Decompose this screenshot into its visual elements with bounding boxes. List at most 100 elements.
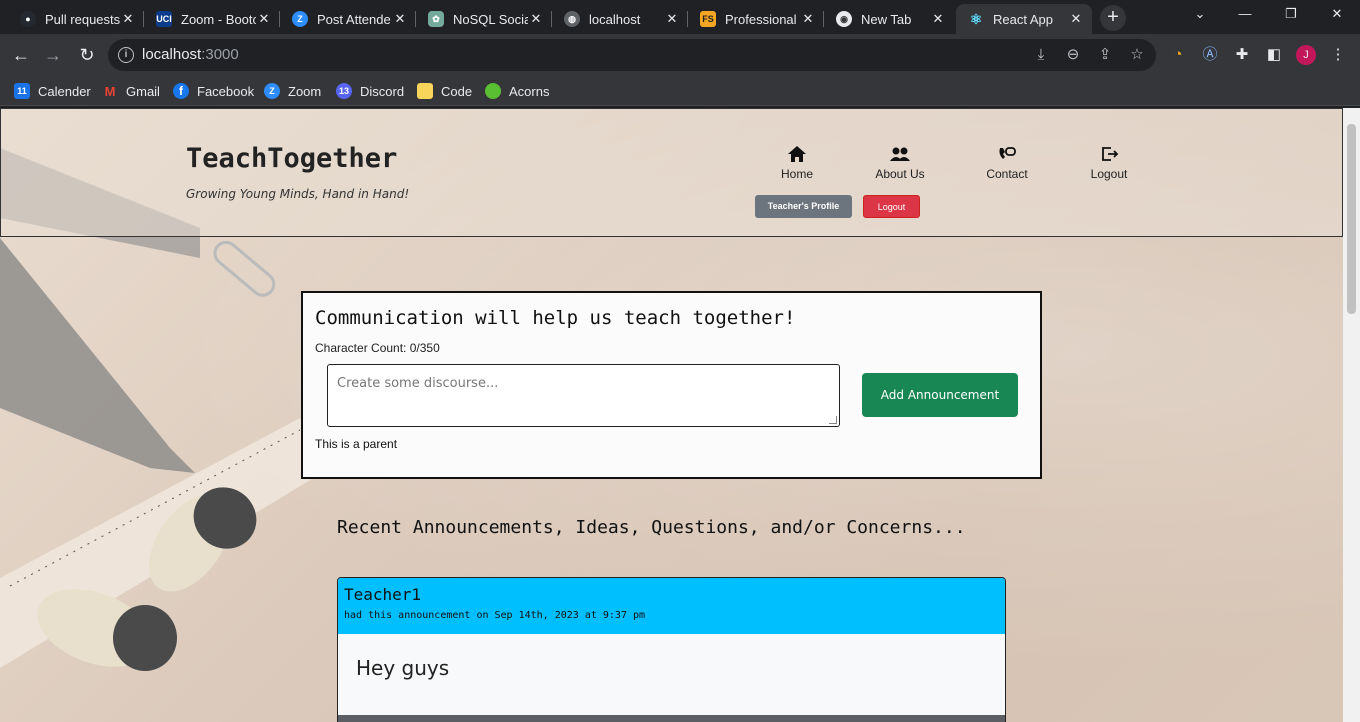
- menu-icon[interactable]: ⋮: [1328, 45, 1348, 65]
- install-icon[interactable]: ⤓: [1032, 46, 1050, 64]
- uci-icon: UCI: [156, 11, 172, 27]
- bookmark-code[interactable]: Code: [417, 82, 472, 100]
- close-icon[interactable]: ✕: [1068, 11, 1084, 27]
- fs-icon: FS: [700, 11, 716, 27]
- textarea-placeholder: Create some discourse...: [337, 376, 499, 391]
- tagline: Growing Young Minds, Hand in Hand!: [186, 187, 410, 201]
- back-button[interactable]: ←: [8, 42, 34, 68]
- share-icon[interactable]: ⇪: [1096, 46, 1114, 64]
- feed-title: Recent Announcements, Ideas, Questions, …: [337, 517, 966, 538]
- zoom-icon: Z: [264, 83, 280, 99]
- extensions-icon[interactable]: ✚: [1232, 45, 1252, 65]
- close-icon[interactable]: ✕: [120, 11, 136, 27]
- chrome-icon: ◉: [836, 11, 852, 27]
- bookmark-label: Calender: [38, 83, 91, 99]
- acorns-icon: [485, 83, 501, 99]
- bookmark-acorns[interactable]: Acorns: [485, 82, 549, 100]
- page-viewport: TeachTogether Growing Young Minds, Hand …: [0, 108, 1343, 722]
- close-icon[interactable]: ✕: [930, 11, 946, 27]
- facebook-icon: f: [173, 83, 189, 99]
- bookmark-star-icon[interactable]: ☆: [1128, 46, 1146, 64]
- add-announcement-button[interactable]: Add Announcement: [862, 373, 1018, 417]
- tab-title: Professional: [725, 11, 797, 27]
- announcement-form: Communication will help us teach togethe…: [301, 291, 1042, 479]
- form-heading: Communication will help us teach togethe…: [315, 307, 796, 329]
- contact-icon: [999, 147, 1016, 159]
- nav-contact[interactable]: Contact: [967, 145, 1047, 181]
- tab-title: Post Attende: [317, 11, 391, 27]
- home-icon: [788, 146, 806, 162]
- bookmark-label: Acorns: [509, 83, 550, 99]
- site-title[interactable]: TeachTogether: [186, 143, 397, 174]
- parent-note: This is a parent: [315, 437, 398, 451]
- tab-nosql-social[interactable]: ✿ NoSQL Social ✕: [416, 4, 552, 34]
- bookmark-label: Discord: [360, 83, 405, 99]
- tab-localhost[interactable]: ◍ localhost ✕: [552, 4, 688, 34]
- bookmark-label: Facebook: [197, 83, 255, 99]
- url-text: localhost:3000: [142, 46, 239, 63]
- tab-title: New Tab: [861, 11, 912, 27]
- tab-search-icon[interactable]: ⌄: [1177, 0, 1223, 30]
- minimize-button[interactable]: —: [1222, 0, 1268, 30]
- react-icon: ⚛: [969, 10, 983, 27]
- new-tab-button[interactable]: +: [1100, 5, 1126, 31]
- restore-button[interactable]: ❐: [1268, 0, 1314, 30]
- tab-pull-requests[interactable]: ● Pull requests ✕: [8, 4, 144, 34]
- tab-new-tab[interactable]: ◉ New Tab ✕: [824, 4, 954, 34]
- bookmark-label: Zoom: [288, 83, 322, 99]
- extension-a-icon[interactable]: Ⓐ: [1200, 45, 1220, 65]
- announcement-card: Teacher1 had this announcement on Sep 14…: [337, 577, 1006, 722]
- reload-button[interactable]: ↻: [74, 42, 100, 68]
- users-icon: [890, 147, 910, 161]
- bookmark-calender[interactable]: 11 Calender: [14, 82, 91, 100]
- info-icon[interactable]: i: [118, 47, 134, 63]
- page-scrollbar[interactable]: [1343, 108, 1360, 722]
- post-meta: had this announcement on Sep 14th, 2023 …: [344, 610, 646, 621]
- tab-title: localhost: [589, 11, 641, 27]
- resize-handle[interactable]: [829, 416, 837, 424]
- nav-logout[interactable]: Logout: [1069, 145, 1149, 181]
- bookmark-gmail[interactable]: M Gmail: [102, 82, 160, 100]
- logout-icon: [1102, 147, 1119, 161]
- close-icon[interactable]: ✕: [392, 11, 408, 27]
- nav-home[interactable]: Home: [757, 145, 837, 181]
- gmail-icon: M: [104, 83, 116, 99]
- scrollbar-thumb[interactable]: [1347, 124, 1356, 314]
- forward-button[interactable]: →: [40, 42, 66, 68]
- folder-icon: [417, 83, 433, 99]
- nav-label: About Us: [875, 167, 925, 181]
- bookmark-facebook[interactable]: f Facebook: [173, 82, 254, 100]
- close-icon[interactable]: ✕: [528, 11, 544, 27]
- close-icon[interactable]: ✕: [664, 11, 680, 27]
- nav-about-us[interactable]: About Us: [860, 145, 940, 181]
- teachers-profile-button[interactable]: Teacher's Profile: [755, 195, 852, 218]
- bookmark-label: Code: [441, 83, 473, 99]
- logout-button[interactable]: Logout: [863, 195, 920, 218]
- close-window-button[interactable]: ✕: [1314, 0, 1360, 30]
- zoom-icon[interactable]: ⊖: [1064, 46, 1082, 64]
- github-icon: ●: [20, 11, 36, 27]
- post-author[interactable]: Teacher1: [344, 585, 999, 604]
- bookmarks-bar: 11 Calender M Gmail f Facebook Z Zoom 13…: [0, 76, 1360, 106]
- rss-icon[interactable]: ◔: [1168, 45, 1188, 65]
- close-icon[interactable]: ✕: [256, 11, 272, 27]
- tab-title: Zoom - Bootc: [181, 11, 256, 27]
- avatar[interactable]: J: [1296, 45, 1316, 65]
- globe-icon: ◍: [564, 11, 580, 27]
- browser-toolbar: ← → ↻ i localhost:3000 ⤓ ⊖ ⇪ ☆ ◔ Ⓐ ✚ ◧ J…: [0, 34, 1360, 76]
- bookmark-zoom[interactable]: Z Zoom: [264, 82, 321, 100]
- tab-title: NoSQL Social: [453, 11, 528, 27]
- site-header: TeachTogether Growing Young Minds, Hand …: [0, 108, 1343, 237]
- tab-zoom-bootcamp[interactable]: UCI Zoom - Bootc ✕: [144, 4, 280, 34]
- bookmark-discord[interactable]: 13 Discord: [336, 82, 404, 100]
- tab-professional[interactable]: FS Professional ✕: [688, 4, 824, 34]
- tab-strip: ● Pull requests ✕ UCI Zoom - Bootc ✕ Z P…: [0, 0, 1360, 34]
- close-icon[interactable]: ✕: [800, 11, 816, 27]
- tab-post-attendee[interactable]: Z Post Attende ✕: [280, 4, 416, 34]
- address-bar[interactable]: i localhost:3000 ⤓ ⊖ ⇪ ☆: [108, 39, 1156, 71]
- tab-react-app[interactable]: ⚛ React App ✕: [956, 4, 1092, 34]
- card-footer: [338, 715, 1005, 722]
- announcement-textarea[interactable]: Create some discourse...: [327, 364, 840, 427]
- character-count: Character Count: 0/350: [315, 341, 440, 355]
- side-panel-icon[interactable]: ◧: [1264, 45, 1284, 65]
